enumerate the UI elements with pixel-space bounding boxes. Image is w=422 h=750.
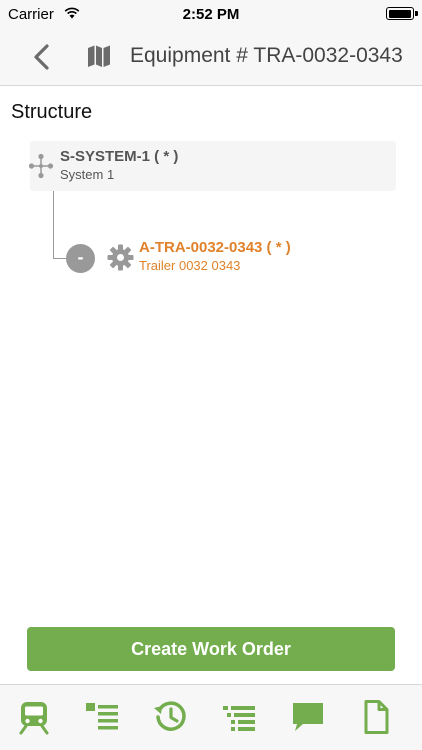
battery-level [388, 9, 411, 18]
map-icon[interactable] [86, 43, 112, 69]
tree-root-subtitle: System 1 [60, 167, 115, 182]
create-work-order-button[interactable]: Create Work Order [27, 627, 395, 671]
tree-list-icon[interactable] [221, 699, 257, 735]
train-icon[interactable] [16, 699, 52, 735]
tab-bar [0, 684, 422, 750]
tree-root-node[interactable]: S-SYSTEM-1 ( * ) System 1 [28, 141, 396, 191]
comment-icon[interactable] [290, 699, 326, 735]
hierarchy-icon [28, 153, 54, 179]
tree-child-subtitle: Trailer 0032 0343 [139, 258, 241, 273]
tree-root-title: S-SYSTEM-1 ( * ) [60, 148, 179, 165]
battery-icon [386, 7, 418, 20]
tree-child-title[interactable]: A-TRA-0032-0343 ( * ) [139, 239, 291, 256]
status-bar: Carrier 2:52 PM [0, 0, 422, 28]
section-title: Structure [11, 101, 93, 123]
chevron-left-icon[interactable] [28, 40, 58, 74]
navigation-bar: Equipment # TRA-0032-0343 [0, 28, 422, 86]
list-icon[interactable] [84, 699, 120, 735]
history-icon[interactable] [153, 699, 189, 735]
tree-connector [53, 191, 54, 259]
status-time: 2:52 PM [182, 6, 240, 23]
page-title: Equipment # TRA-0032-0343 [130, 44, 403, 67]
tree-connector [53, 258, 67, 259]
document-icon[interactable] [358, 699, 394, 735]
collapse-button[interactable]: - [66, 244, 95, 273]
gear-icon [107, 244, 134, 271]
